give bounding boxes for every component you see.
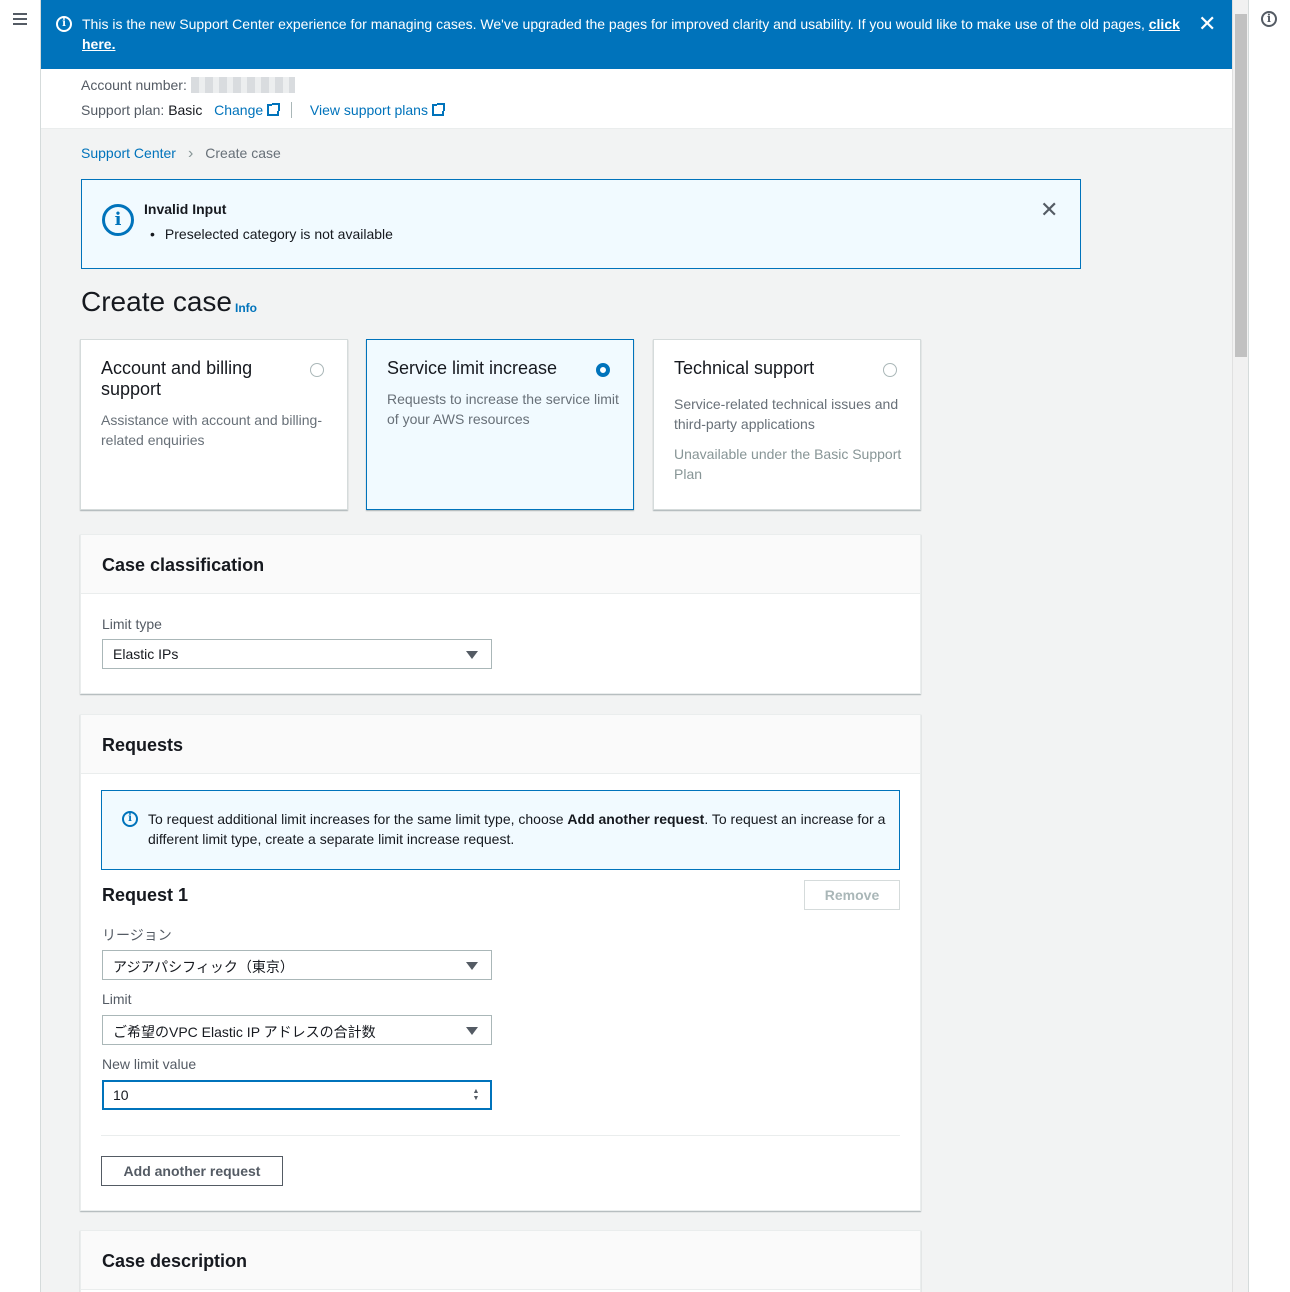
info-icon: i [102, 204, 134, 236]
info-icon: i [122, 811, 138, 827]
scrollbar[interactable] [1232, 0, 1248, 1292]
main-content: i This is the new Support Center experie… [41, 0, 1232, 1292]
new-limit-value-label: New limit value [102, 1056, 197, 1072]
info-icon: i [56, 16, 72, 32]
alert-message: Preselected category is not available [150, 226, 393, 242]
menu-icon[interactable] [13, 13, 27, 25]
stepper-icon[interactable]: ▲ ▼ [472, 1088, 480, 1102]
side-navigation-rail [0, 0, 41, 1292]
info-icon[interactable]: i [1261, 11, 1277, 27]
change-plan-label: Change [214, 102, 264, 118]
requests-info-box: i To request additional limit increases … [101, 790, 900, 870]
panel-header: Case description [81, 1231, 920, 1290]
support-plan-label: Support plan: [81, 102, 165, 118]
region-select[interactable]: アジアパシフィック（東京） [102, 950, 492, 980]
account-number-label: Account number: [81, 77, 187, 93]
remove-button[interactable]: Remove [804, 880, 900, 910]
flash-message-text: This is the new Support Center experienc… [82, 16, 1149, 32]
close-icon[interactable]: ✕ [1040, 197, 1058, 223]
case-classification-panel: Case classification Limit type Elastic I… [80, 534, 921, 694]
panel-title: Case description [102, 1251, 248, 1271]
panel-header: Requests [81, 715, 920, 774]
invalid-input-alert: i Invalid Input Preselected category is … [81, 179, 1081, 269]
request-heading: Request 1 [102, 885, 189, 905]
divider [291, 102, 293, 118]
page-title: Create case [81, 286, 232, 317]
account-header: Account number: Support plan: Basic Chan… [41, 69, 1232, 129]
radio-button[interactable] [883, 363, 897, 377]
tile-technical-support[interactable]: Technical support Service-related techni… [653, 339, 921, 510]
change-plan-link[interactable]: Change [214, 102, 281, 118]
add-another-request-button[interactable]: Add another request [101, 1156, 283, 1186]
divider [101, 1135, 900, 1136]
scrollbar-thumb[interactable] [1235, 14, 1247, 357]
info-text-pre: To request additional limit increases fo… [148, 811, 568, 827]
account-number-row: Account number: [81, 77, 295, 93]
caret-down-icon [466, 1027, 478, 1035]
breadcrumb-current: Create case [205, 145, 281, 161]
view-support-plans-link[interactable]: View support plans [309, 102, 445, 118]
breadcrumb-support-center[interactable]: Support Center [81, 145, 176, 161]
new-limit-value-input[interactable]: 10 ▲ ▼ [102, 1080, 492, 1110]
flash-banner: i This is the new Support Center experie… [41, 0, 1232, 69]
chevron-right-icon: › [187, 145, 194, 162]
tile-unavailable-note: Unavailable under the Basic Support Plan [674, 446, 902, 482]
tile-description: Service-related technical issues and thi… [674, 396, 899, 432]
account-number-redacted [190, 77, 295, 93]
tile-description: Requests to increase the service limit o… [387, 391, 619, 427]
tile-service-limit-increase[interactable]: Service limit increase Requests to incre… [366, 339, 634, 510]
caret-down-icon [466, 962, 478, 970]
tile-title: Technical support [674, 358, 815, 378]
panel-title: Requests [102, 735, 184, 755]
requests-info-text: To request additional limit increases fo… [148, 809, 888, 849]
alert-title: Invalid Input [144, 201, 227, 217]
info-text-bold: Add another request [567, 811, 705, 827]
limit-type-value: Elastic IPs [113, 646, 179, 662]
panel-header: Case classification [81, 535, 920, 594]
region-value: アジアパシフィック（東京） [113, 959, 294, 975]
region-label: リージョン [102, 927, 172, 943]
limit-value: ご希望のVPC Elastic IP アドレスの合計数 [113, 1024, 376, 1040]
limit-label: Limit [102, 991, 132, 1007]
panel-title: Case classification [102, 555, 265, 575]
external-link-icon [431, 103, 445, 116]
radio-button-selected[interactable] [596, 363, 610, 377]
support-plan-value: Basic [168, 102, 203, 118]
requests-panel: Requests i To request additional limit i… [80, 714, 921, 1211]
tile-description: Assistance with account and billing-rela… [101, 412, 323, 448]
info-link[interactable]: Info [235, 301, 257, 315]
limit-type-select[interactable]: Elastic IPs [102, 639, 492, 669]
tile-title: Service limit increase [387, 358, 558, 378]
limit-type-label: Limit type [102, 616, 162, 632]
tile-account-billing[interactable]: Account and billing support Assistance w… [80, 339, 348, 510]
close-icon[interactable]: ✕ [1198, 13, 1216, 35]
tile-title: Account and billing support [101, 358, 253, 399]
external-link-icon [267, 103, 281, 116]
help-panel-rail: i [1248, 0, 1290, 1292]
case-description-panel: Case description [80, 1230, 921, 1292]
support-plan-row: Support plan: Basic Change View support … [81, 102, 445, 118]
flash-message: This is the new Support Center experienc… [82, 14, 1182, 54]
view-support-plans-label: View support plans [309, 102, 428, 118]
limit-select[interactable]: ご希望のVPC Elastic IP アドレスの合計数 [102, 1015, 492, 1045]
caret-down-icon [466, 651, 478, 659]
breadcrumb: Support Center › Create case [81, 145, 281, 163]
radio-button[interactable] [310, 363, 324, 377]
new-limit-value: 10 [113, 1087, 129, 1103]
